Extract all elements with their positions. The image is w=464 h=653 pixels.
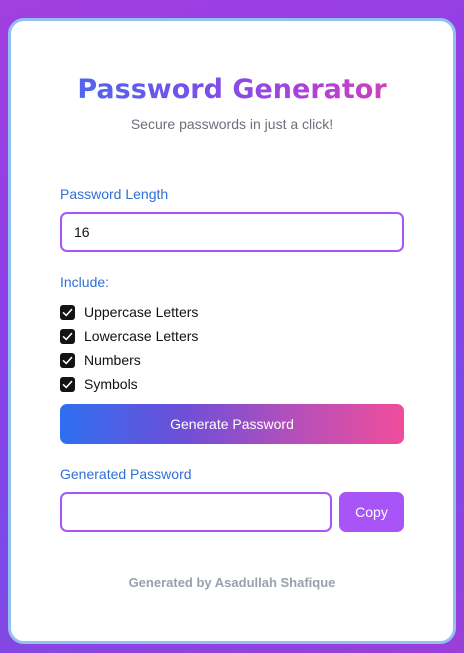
numbers-label: Numbers <box>84 352 141 368</box>
generate-password-button[interactable]: Generate Password <box>60 404 404 444</box>
page-subtitle: Secure passwords in just a click! <box>130 116 334 132</box>
check-icon <box>62 356 73 364</box>
uppercase-label: Uppercase Letters <box>84 304 199 320</box>
check-icon <box>62 380 73 388</box>
lowercase-checkbox[interactable] <box>60 328 75 344</box>
symbols-label: Symbols <box>84 376 138 392</box>
option-symbols[interactable]: Symbols <box>60 372 198 396</box>
symbols-checkbox[interactable] <box>60 376 75 392</box>
option-uppercase[interactable]: Uppercase Letters <box>60 300 198 324</box>
password-length-input[interactable] <box>60 212 404 252</box>
check-icon <box>62 308 73 316</box>
lowercase-label: Lowercase Letters <box>84 328 199 344</box>
check-icon <box>62 332 73 340</box>
option-lowercase[interactable]: Lowercase Letters <box>60 324 198 348</box>
uppercase-checkbox[interactable] <box>60 304 75 320</box>
page-title: Password Generator <box>11 73 453 107</box>
generator-card: Password Generator Secure passwords in j… <box>8 18 456 644</box>
numbers-checkbox[interactable] <box>60 352 75 368</box>
password-length-label: Password Length <box>60 186 169 202</box>
copy-button[interactable]: Copy <box>339 492 404 532</box>
option-numbers[interactable]: Numbers <box>60 348 198 372</box>
include-label: Include: <box>60 274 110 290</box>
include-options: Uppercase Letters Lowercase Letters Numb… <box>60 300 198 396</box>
footer-credit: Generated by Asadullah Shafique <box>128 575 336 590</box>
generated-password-label: Generated Password <box>60 466 192 482</box>
generated-password-field[interactable] <box>60 492 332 532</box>
